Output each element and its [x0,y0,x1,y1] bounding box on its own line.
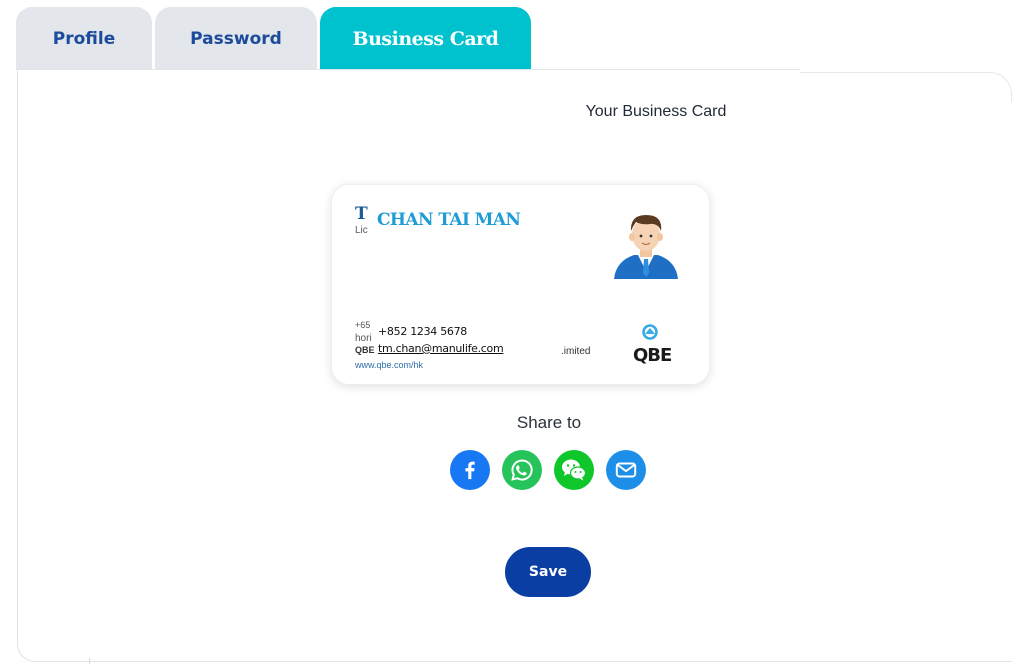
share-label: Share to [516,413,582,432]
tab-profile[interactable]: Profile [16,7,152,70]
card-license-fragment: Lic [355,225,368,236]
card-faded-line-2: hori [355,333,372,344]
card-faded-line-3: QBE [355,345,375,355]
email-icon [615,462,637,478]
card-faded-website: www.qbe.com/hk [355,360,424,370]
share-whatsapp-button[interactable] [502,450,542,490]
tab-password-label: Password [190,28,282,49]
save-button[interactable]: Save [505,547,591,597]
tab-profile-label: Profile [52,28,116,49]
card-company-fragment: .imited [561,346,591,357]
panel-edge-mark [89,658,90,664]
share-facebook-button[interactable] [450,450,490,490]
section-title: Your Business Card [585,103,727,120]
panel-divider [17,69,800,70]
tab-password[interactable]: Password [155,7,317,70]
card-email: tm.chan@manulife.com [378,342,504,355]
tab-business-card-label: Business Card [352,27,499,50]
card-name: CHAN TAI MAN [377,210,521,230]
whatsapp-icon [511,459,533,481]
facebook-icon [465,461,475,480]
share-wechat-button[interactable] [554,450,594,490]
panel-corner [800,72,1012,102]
card-faded-line-1: +65 [355,320,371,330]
wechat-icon [562,459,587,481]
business-card-preview: T Lic CHAN TAI MAN +65 hori QBE www.qbe.… [331,184,710,385]
qbe-logo-text: QBE [633,345,672,366]
share-email-button[interactable] [606,450,646,490]
tab-business-card[interactable]: Business Card [320,7,531,70]
card-phone: +852 1234 5678 [378,325,467,338]
card-initial: T [355,204,368,224]
man-avatar-icon [614,215,678,279]
